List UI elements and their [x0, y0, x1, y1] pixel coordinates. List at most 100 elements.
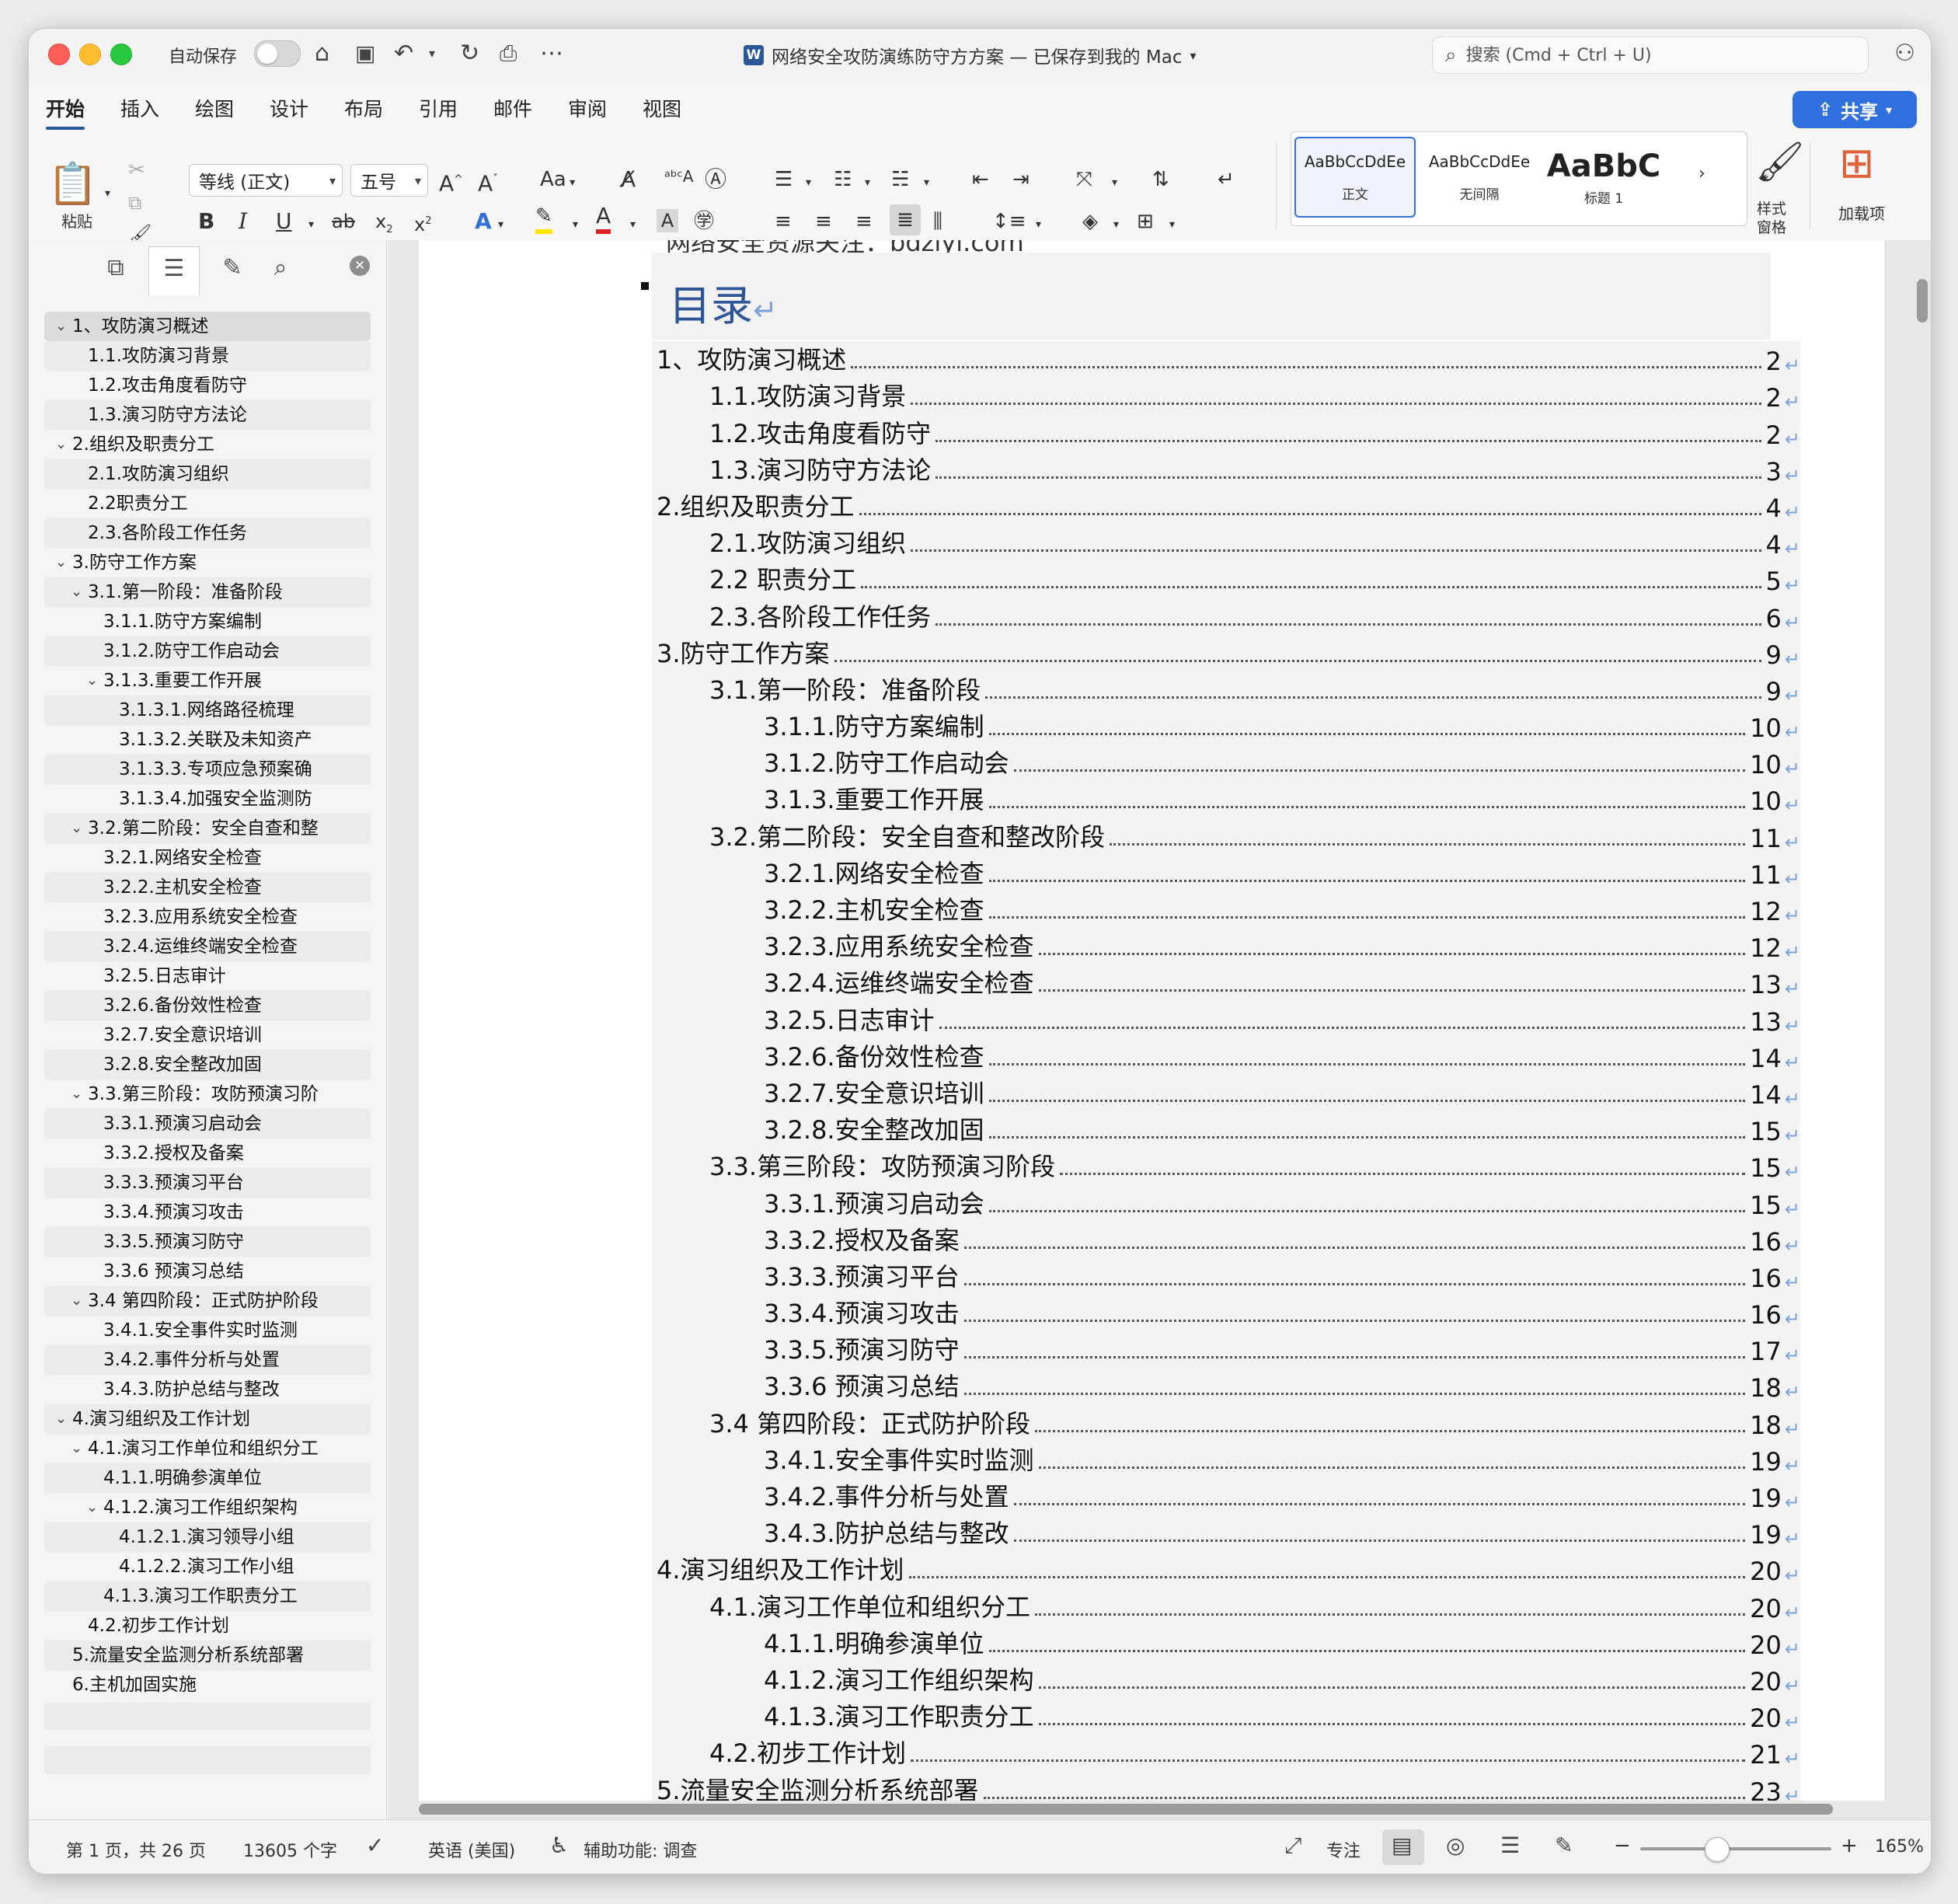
toc-entry[interactable]: 3.4 第四阶段：正式防护阶段 18 ↵	[652, 1404, 1800, 1441]
style-normal[interactable]: AaBbCcDdEe 正文	[1294, 137, 1416, 218]
toc-entry[interactable]: 3.3.6 预演习总结 18 ↵	[652, 1368, 1800, 1404]
tab-review[interactable]: 审阅	[568, 94, 607, 122]
toc-entry[interactable]: 3.3.1.预演习启动会 15 ↵	[652, 1184, 1800, 1221]
character-shading-icon[interactable]: A	[657, 209, 678, 232]
toc-entry[interactable]: 1.2.攻击角度看防守 2 ↵	[652, 414, 1800, 451]
nav-heading-item[interactable]: 3.2.1.网络安全检查	[44, 843, 371, 873]
nav-heading-item[interactable]: 3.3.2.授权及备案	[44, 1139, 371, 1168]
tab-design[interactable]: 设计	[270, 94, 308, 122]
toc-entry[interactable]: 3.1.第一阶段：准备阶段 9 ↵	[652, 671, 1800, 708]
chevron-down-icon[interactable]: ⌄	[55, 548, 67, 577]
document-title[interactable]: W 网络安全攻防演练防守方方案 — 已保存到我的 Mac ▾	[744, 40, 1197, 71]
line-spacing-icon[interactable]: ↕≡	[992, 206, 1026, 237]
chevron-down-icon[interactable]: ⌄	[55, 1404, 67, 1434]
autosave-toggle[interactable]	[254, 40, 301, 67]
shading-icon[interactable]: ◈	[1082, 206, 1098, 237]
toc-entry[interactable]: 3.防守工作方案 9 ↵	[652, 635, 1800, 671]
toc-entry[interactable]: 4.2.初步工作计划 21 ↵	[652, 1735, 1800, 1771]
shading-dropdown-icon[interactable]: ▾	[1113, 209, 1119, 240]
style-no-spacing[interactable]: AaBbCcDdEe 无间隔	[1419, 137, 1540, 218]
strikethrough-icon[interactable]: ab	[332, 206, 355, 237]
toc-entry[interactable]: 3.3.4.预演习攻击 16 ↵	[652, 1295, 1800, 1331]
tab-view[interactable]: 视图	[643, 94, 681, 122]
nav-heading-item[interactable]: 1.1.攻防演习背景	[44, 341, 371, 371]
chevron-down-icon[interactable]: ⌄	[71, 1079, 82, 1109]
page-info[interactable]: 第 1 页，共 26 页	[66, 1837, 206, 1862]
document-page[interactable]: 网络安全资源关注：bdziyi.com 目录↵ 1、攻防演习概述 2 ↵ 1.1.攻防…	[419, 240, 1884, 1818]
nav-heading-item[interactable]: 4.2.初步工作计划	[44, 1611, 371, 1641]
toc-entry[interactable]: 1.3.演习防守方法论 3 ↵	[652, 452, 1800, 488]
more-icon[interactable]: ⋯	[540, 38, 563, 69]
chevron-down-icon[interactable]: ⌄	[55, 312, 67, 341]
nav-heading-item[interactable]: 3.2.3.应用系统安全检查	[44, 902, 371, 932]
paste-icon[interactable]: 📋	[47, 161, 98, 207]
chevron-down-icon[interactable]: ⌄	[71, 1434, 82, 1463]
toc-entry[interactable]: 3.2.1.网络安全检查 11 ↵	[652, 855, 1800, 891]
toc-entry[interactable]: 3.3.第三阶段：攻防预演习阶段 15 ↵	[652, 1148, 1800, 1184]
nav-heading-item[interactable]: 3.4.2.事件分析与处置	[44, 1345, 371, 1375]
word-count[interactable]: 13605 个字	[243, 1837, 337, 1862]
distributed-icon[interactable]: ⫼	[933, 206, 942, 237]
style-heading-1[interactable]: AaBbC 标题 1	[1543, 137, 1664, 218]
tab-mailings[interactable]: 邮件	[493, 94, 532, 122]
print-icon[interactable]: ⎙	[500, 38, 517, 69]
nav-heading-item[interactable]: 3.1.3.4.加强安全监测防	[44, 784, 371, 814]
bullets-icon[interactable]: ☰	[775, 164, 793, 195]
styles-pane-icon[interactable]: 🖌	[1755, 134, 1804, 189]
clear-formatting-icon[interactable]: A̸	[621, 164, 636, 195]
nav-heading-item[interactable]: ⌄ 2.组织及职责分工	[44, 430, 371, 459]
multilevel-list-icon[interactable]: ☵	[891, 164, 909, 195]
toc-entry[interactable]: 2.组织及职责分工 4 ↵	[652, 488, 1800, 525]
nav-heading-item[interactable]: 2.2职责分工	[44, 489, 371, 518]
toc-entry[interactable]: 2.2 职责分工 5 ↵	[652, 561, 1800, 598]
nav-heading-item[interactable]: ⌄ 3.2.第二阶段：安全自查和整	[44, 814, 371, 843]
toc-entry[interactable]: 3.1.1.防守方案编制 10 ↵	[652, 708, 1800, 745]
toc-entry[interactable]: 4.1.2.演习工作组织架构 20 ↵	[652, 1662, 1800, 1698]
font-name-select[interactable]: 等线 (正文) ▾	[189, 164, 343, 197]
nav-heading-item[interactable]: 3.1.2.防守工作启动会	[44, 636, 371, 666]
asian-layout-icon[interactable]: ⤧	[1076, 164, 1092, 195]
text-effects-dropdown-icon[interactable]: ▾	[498, 209, 503, 240]
font-color-icon[interactable]: A	[596, 203, 611, 234]
chevron-down-icon[interactable]: ⌄	[86, 1493, 98, 1522]
nav-heading-item[interactable]: 1.2.攻击角度看防守	[44, 371, 371, 400]
toc-entry[interactable]: 3.2.5.日志审计 13 ↵	[652, 1001, 1800, 1037]
nav-heading-item[interactable]: 3.2.4.运维终端安全检查	[44, 932, 371, 961]
edit-note-icon[interactable]: ✎	[215, 251, 249, 285]
align-center-icon[interactable]: ≡	[815, 206, 832, 237]
nav-heading-item[interactable]: 6.主机加固实施	[44, 1670, 371, 1700]
toc-entry[interactable]: 1、攻防演习概述 2 ↵	[652, 341, 1800, 378]
close-icon[interactable]: ✕	[350, 256, 370, 276]
save-icon[interactable]: ▣	[355, 38, 375, 69]
nav-heading-item[interactable]: 4.1.1.明确参演单位	[44, 1463, 371, 1493]
copy-icon[interactable]: ⧉	[128, 187, 141, 218]
print-layout-icon[interactable]: ▤	[1392, 1833, 1412, 1858]
show-formatting-icon[interactable]: ↵	[1218, 164, 1235, 195]
search-icon[interactable]: ⌕	[263, 251, 298, 285]
nav-heading-item[interactable]: 3.3.4.预演习攻击	[44, 1198, 371, 1227]
superscript-icon[interactable]: x2	[414, 206, 431, 240]
toc-entry[interactable]: 3.2.第二阶段：安全自查和整改阶段 11 ↵	[652, 818, 1800, 854]
multilevel-list-dropdown-icon[interactable]: ▾	[924, 167, 929, 198]
language[interactable]: 英语 (美国)	[428, 1837, 515, 1862]
nav-heading-item[interactable]: 3.3.3.预演习平台	[44, 1168, 371, 1198]
horizontal-scrollbar[interactable]	[419, 1804, 1833, 1815]
toc-entry[interactable]: 3.2.3.应用系统安全检查 12 ↵	[652, 928, 1800, 964]
bold-icon[interactable]: B	[198, 206, 214, 237]
nav-heading-item[interactable]: 4.1.3.演习工作职责分工	[44, 1581, 371, 1611]
tab-insert[interactable]: 插入	[120, 94, 159, 122]
nav-heading-item[interactable]: ⌄ 4.1.2.演习工作组织架构	[44, 1493, 371, 1522]
toc-entry[interactable]: 3.2.8.安全整改加固 15 ↵	[652, 1111, 1800, 1148]
toc-entry[interactable]: 2.3.各阶段工作任务 6 ↵	[652, 598, 1800, 634]
web-layout-icon[interactable]: ◎	[1446, 1833, 1465, 1858]
nav-heading-item[interactable]: 3.3.6 预演习总结	[44, 1257, 371, 1286]
redo-icon[interactable]: ↻	[460, 38, 479, 69]
paste-dropdown-icon[interactable]: ▾	[105, 178, 110, 209]
toc-entry[interactable]: 3.2.4.运维终端安全检查 13 ↵	[652, 964, 1800, 1001]
nav-heading-item[interactable]: 3.1.1.防守方案编制	[44, 607, 371, 636]
toc-entry[interactable]: 3.2.2.主机安全检查 12 ↵	[652, 891, 1800, 928]
toc-entry[interactable]: 3.4.1.安全事件实时监测 19 ↵	[652, 1442, 1800, 1478]
tab-references[interactable]: 引用	[419, 94, 458, 122]
nav-heading-item[interactable]: ⌄ 3.4 第四阶段：正式防护阶段	[44, 1286, 371, 1316]
home-icon[interactable]: ⌂	[315, 38, 329, 69]
